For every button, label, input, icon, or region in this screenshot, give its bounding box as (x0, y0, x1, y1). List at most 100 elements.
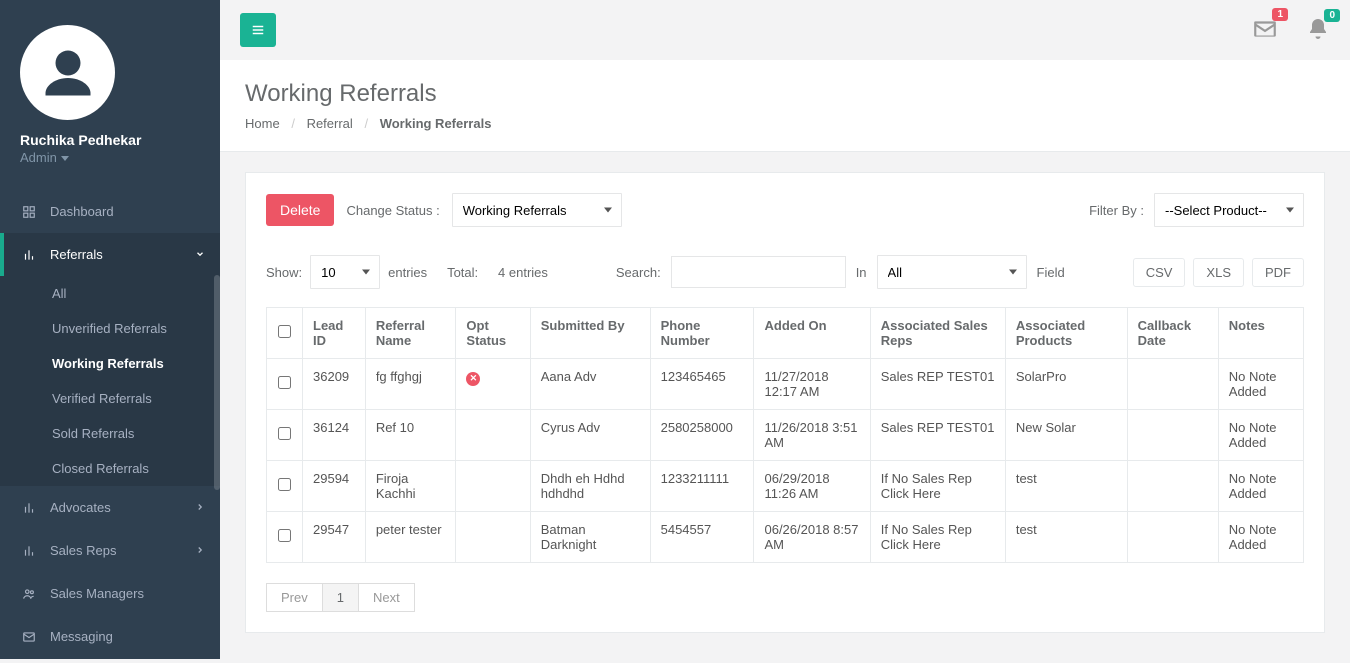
nav-messaging[interactable]: Messaging (0, 615, 220, 658)
xls-button[interactable]: XLS (1193, 258, 1244, 287)
controls-left: Show: 10 entries Total: 4 entries (266, 255, 548, 289)
nav-dashboard[interactable]: Dashboard (0, 190, 220, 233)
breadcrumb-home[interactable]: Home (245, 116, 280, 131)
header-lead-id[interactable]: Lead ID (303, 308, 366, 359)
header-referral-name[interactable]: Referral Name (365, 308, 456, 359)
topbar: 1 0 (220, 0, 1350, 60)
in-label: In (856, 265, 867, 280)
show-label: Show: (266, 265, 302, 280)
cell-submitted-by: Aana Adv (530, 359, 650, 410)
cell-notes: No Note Added (1218, 410, 1303, 461)
scrollbar[interactable] (214, 275, 220, 490)
show-select[interactable]: 10 (310, 255, 380, 289)
bell-badge: 0 (1324, 9, 1340, 22)
cell-submitted-by: Dhdh eh Hdhd hdhdhd (530, 461, 650, 512)
breadcrumb-current: Working Referrals (380, 116, 492, 131)
cell-callback (1127, 512, 1218, 563)
row-checkbox-cell (267, 512, 303, 563)
subnav-verified[interactable]: Verified Referrals (0, 381, 220, 416)
cell-added-on: 11/26/2018 3:51 AM (754, 410, 870, 461)
header-products[interactable]: Associated Products (1005, 308, 1127, 359)
menu-toggle-button[interactable] (240, 13, 276, 47)
sidebar: Ruchika Pedhekar Admin Dashboard Referra… (0, 0, 220, 659)
cell-callback (1127, 461, 1218, 512)
pdf-button[interactable]: PDF (1252, 258, 1304, 287)
subnav-sold[interactable]: Sold Referrals (0, 416, 220, 451)
next-button[interactable]: Next (358, 583, 415, 612)
bell-button[interactable]: 0 (1306, 17, 1330, 44)
subnav-working[interactable]: Working Referrals (0, 346, 220, 381)
cell-referral-name: Ref 10 (365, 410, 456, 461)
nav-salesreps[interactable]: Sales Reps (0, 529, 220, 572)
subnav-closed[interactable]: Closed Referrals (0, 451, 220, 486)
row-checkbox[interactable] (278, 376, 291, 389)
table-row: 29547peter testerBatman Darknight5454557… (267, 512, 1304, 563)
cell-submitted-by: Cyrus Adv (530, 410, 650, 461)
cell-lead-id: 29594 (303, 461, 366, 512)
filter-by-label: Filter By : (1089, 203, 1144, 218)
csv-button[interactable]: CSV (1133, 258, 1186, 287)
header-checkbox-cell (267, 308, 303, 359)
avatar (20, 25, 115, 120)
header-notes[interactable]: Notes (1218, 308, 1303, 359)
change-status-select[interactable]: Working Referrals (452, 193, 622, 227)
breadcrumb: Home / Referral / Working Referrals (245, 116, 1325, 131)
header-submitted-by[interactable]: Submitted By (530, 308, 650, 359)
cell-referral-name: Firoja Kachhi (365, 461, 456, 512)
cell-products: test (1005, 461, 1127, 512)
users-icon (20, 587, 38, 601)
envelope-icon (20, 630, 38, 644)
in-select[interactable]: All (877, 255, 1027, 289)
delete-button[interactable]: Delete (266, 194, 334, 226)
nav-referrals[interactable]: Referrals (0, 233, 220, 276)
row-checkbox[interactable] (278, 529, 291, 542)
search-input[interactable] (671, 256, 846, 288)
nav: Dashboard Referrals All Unverified Refer… (0, 190, 220, 658)
page-1-button[interactable]: 1 (322, 583, 359, 612)
mail-button[interactable]: 1 (1252, 16, 1278, 45)
select-all-checkbox[interactable] (278, 325, 291, 338)
row-checkbox[interactable] (278, 478, 291, 491)
user-name: Ruchika Pedhekar (20, 132, 200, 148)
referrals-subnav: All Unverified Referrals Working Referra… (0, 276, 220, 486)
page-title: Working Referrals (245, 80, 1325, 108)
header-callback[interactable]: Callback Date (1127, 308, 1218, 359)
cell-phone: 123465465 (650, 359, 754, 410)
chevron-right-icon (195, 543, 205, 558)
prev-button[interactable]: Prev (266, 583, 323, 612)
cell-sales-reps: Sales REP TEST01 (870, 359, 1005, 410)
cell-opt-status (456, 410, 530, 461)
cell-phone: 5454557 (650, 512, 754, 563)
header-row: Lead ID Referral Name Opt Status Submitt… (267, 308, 1304, 359)
nav-label: Sales Reps (50, 543, 116, 558)
row-checkbox-cell (267, 461, 303, 512)
row-checkbox-cell (267, 359, 303, 410)
cell-sales-reps: Sales REP TEST01 (870, 410, 1005, 461)
cell-notes: No Note Added (1218, 359, 1303, 410)
nav-advocates[interactable]: Advocates (0, 486, 220, 529)
toolbar-right: Filter By : --Select Product-- (1089, 193, 1304, 227)
header-opt-status[interactable]: Opt Status (456, 308, 530, 359)
cell-added-on: 06/26/2018 8:57 AM (754, 512, 870, 563)
toolbar-left: Delete Change Status : Working Referrals (266, 193, 622, 227)
row-checkbox[interactable] (278, 427, 291, 440)
user-role[interactable]: Admin (20, 150, 200, 165)
subnav-all[interactable]: All (0, 276, 220, 311)
table-row: 36209fg ffghgj✕Aana Adv12346546511/27/20… (267, 359, 1304, 410)
pager: Prev 1 Next (266, 583, 1304, 612)
nav-label: Referrals (50, 247, 103, 262)
cell-submitted-by: Batman Darknight (530, 512, 650, 563)
breadcrumb-referral[interactable]: Referral (307, 116, 353, 131)
subnav-unverified[interactable]: Unverified Referrals (0, 311, 220, 346)
search-label: Search: (616, 265, 661, 280)
header-added-on[interactable]: Added On (754, 308, 870, 359)
total-value: 4 entries (498, 265, 548, 280)
header-sales-reps[interactable]: Associated Sales Reps (870, 308, 1005, 359)
nav-salesmanagers[interactable]: Sales Managers (0, 572, 220, 615)
cell-opt-status (456, 461, 530, 512)
cell-added-on: 06/29/2018 11:26 AM (754, 461, 870, 512)
controls-mid: Search: In All Field (616, 255, 1065, 289)
filter-by-select[interactable]: --Select Product-- (1154, 193, 1304, 227)
header-phone[interactable]: Phone Number (650, 308, 754, 359)
table-row: 36124Ref 10Cyrus Adv258025800011/26/2018… (267, 410, 1304, 461)
